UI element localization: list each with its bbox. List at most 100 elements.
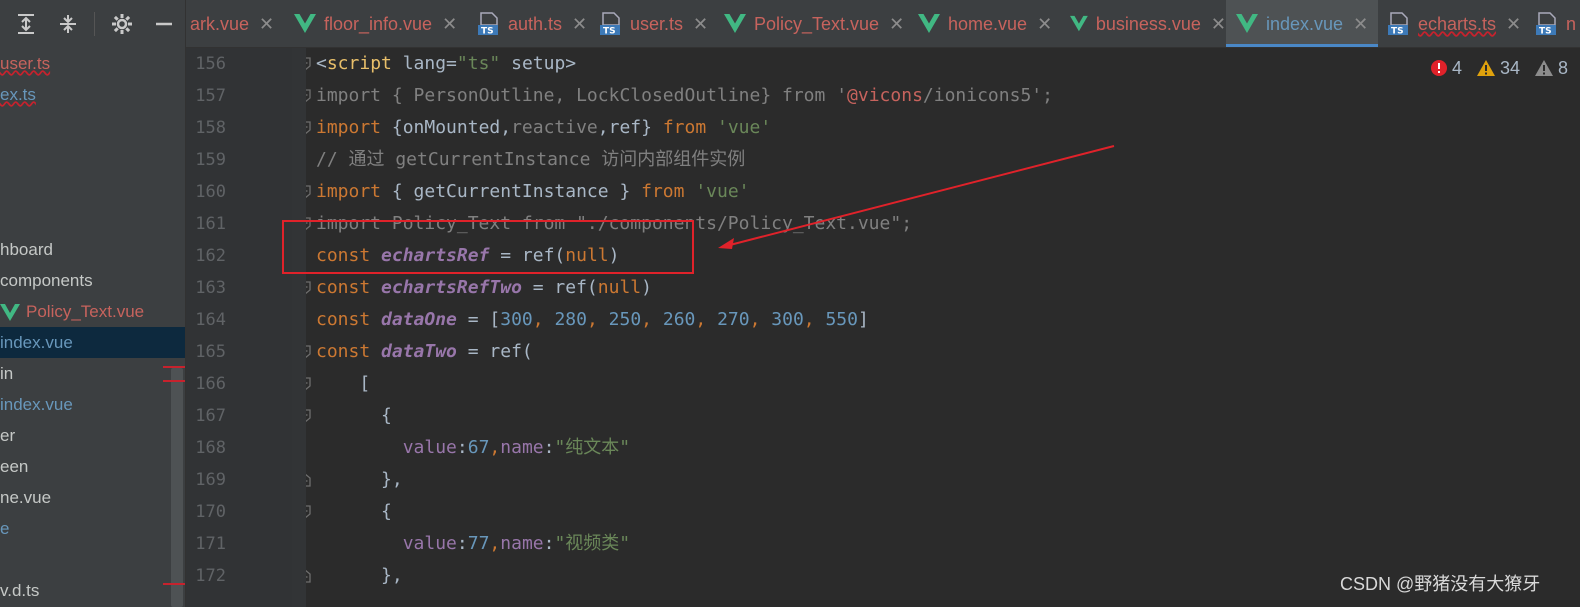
tree-item-label: components: [0, 271, 93, 290]
error-stripe: [163, 366, 185, 368]
close-tab-icon[interactable]: ✕: [1211, 14, 1226, 35]
close-tab-icon[interactable]: ✕: [1353, 14, 1368, 35]
comma: ,: [489, 533, 501, 554]
editor-tab[interactable]: Policy_Text.vue ✕: [714, 0, 908, 47]
tree-item[interactable]: index.vue: [0, 389, 185, 420]
tree-item[interactable]: index.vue: [0, 327, 185, 358]
number-literal: 77: [467, 533, 490, 554]
tree-item[interactable]: er: [0, 420, 185, 451]
tree-item[interactable]: [0, 544, 185, 575]
tree-item[interactable]: ne.vue: [0, 482, 185, 513]
gear-icon[interactable]: [110, 12, 134, 36]
tree-item-label: v.d.ts: [0, 581, 40, 600]
tree-item-label: er: [0, 426, 16, 445]
vue-icon: [294, 14, 316, 33]
variable-dataTwo: dataTwo: [370, 341, 457, 362]
tab-label: auth.ts: [508, 13, 563, 34]
close-tab-icon[interactable]: ✕: [1506, 14, 1521, 35]
tree-item[interactable]: in: [0, 358, 185, 389]
import-specifiers: {onMounted,: [381, 117, 512, 138]
editor-tab[interactable]: TS auth.ts ✕: [468, 0, 590, 47]
tree-item[interactable]: ex.ts: [0, 79, 185, 110]
bracket-close: ]: [857, 309, 869, 330]
code-line-165: const dataTwo = ref(: [316, 336, 533, 368]
editor-tab[interactable]: floor_info.vue ✕: [284, 0, 468, 47]
collapse-all-icon[interactable]: [56, 12, 80, 36]
weak-warning-icon: [1535, 60, 1554, 76]
tree-item-label: ex.ts: [0, 85, 36, 104]
unused-import: reactive: [511, 117, 598, 138]
tab-label: echarts.ts: [1418, 13, 1497, 34]
tab-label: n: [1566, 13, 1577, 34]
svg-text:TS: TS: [603, 27, 616, 37]
string-rest: /ionicons5';: [922, 85, 1053, 106]
project-toolbar: [0, 0, 185, 48]
tab-label: user.ts: [630, 13, 684, 34]
tree-item[interactable]: user.ts: [0, 48, 185, 79]
line-number: 163: [195, 278, 226, 298]
editor-tab[interactable]: index.vue ✕: [1226, 0, 1378, 47]
vue-icon: [0, 303, 20, 321]
tree-item[interactable]: v.d.ts: [0, 575, 185, 606]
ts-file-icon: TS: [1536, 12, 1556, 36]
editor-tab[interactable]: TS echarts.ts ✕: [1378, 0, 1526, 47]
close-tab-icon[interactable]: ✕: [1037, 14, 1052, 35]
editor-tab[interactable]: TS user.ts ✕: [590, 0, 714, 47]
error-icon: [1431, 60, 1447, 76]
warning-icon: [1477, 60, 1496, 76]
line-number: 162: [195, 246, 226, 266]
keyword-const: const: [316, 277, 371, 298]
tree-item[interactable]: een: [0, 451, 185, 482]
tree-scrollbar[interactable]: [171, 368, 183, 607]
property-name: name: [500, 437, 544, 458]
line-comment: // 通过 getCurrentInstance 访问内部组件实例: [316, 149, 746, 170]
editor-tab[interactable]: ark.vue ✕: [188, 0, 284, 47]
variable-echartsRefTwo: echartsRefTwo: [370, 277, 522, 298]
close-tab-icon[interactable]: ✕: [889, 14, 904, 35]
import-specifiers: { PersonOutline, LockClosedOutline}: [381, 85, 782, 106]
tree-item[interactable]: e: [0, 513, 185, 544]
keyword-from: from: [662, 117, 707, 138]
warning-count[interactable]: 34: [1476, 58, 1520, 79]
tab-label: ark.vue: [190, 13, 250, 34]
vue-icon: [918, 14, 940, 33]
code-line-168: value:67,name:"纯文本": [316, 432, 630, 464]
tab-label: index.vue: [1266, 13, 1344, 34]
project-panel: user.ts ex.ts hboard components Policy_Text.…: [0, 0, 186, 607]
code-editor[interactable]: <script lang="ts" setup> import { Person…: [306, 48, 1580, 607]
code-line-163: const echartsRefTwo = ref(null): [316, 272, 652, 304]
inspection-widget[interactable]: 4 34 8: [1430, 56, 1580, 80]
close-tab-icon[interactable]: ✕: [572, 14, 587, 35]
expand-all-icon[interactable]: [14, 12, 38, 36]
svg-text:TS: TS: [481, 27, 494, 37]
tree-item[interactable]: Policy_Text.vue: [0, 296, 185, 327]
code-line-160: import { getCurrentInstance } from 'vue': [316, 176, 750, 208]
line-number: 156: [195, 54, 226, 74]
property-value: value: [402, 533, 457, 554]
number-literal: 67: [467, 437, 490, 458]
editor-tab[interactable]: TS n: [1526, 0, 1580, 47]
editor-tab[interactable]: business.vue ✕: [1060, 0, 1226, 47]
error-count[interactable]: 4: [1430, 58, 1462, 79]
line-number: 170: [195, 502, 226, 522]
minimize-icon[interactable]: [152, 12, 176, 36]
tree-item[interactable]: [0, 141, 185, 172]
tree-item[interactable]: [0, 172, 185, 203]
tree-item[interactable]: hboard: [0, 234, 185, 265]
line-number: 171: [195, 534, 226, 554]
close-tab-icon[interactable]: ✕: [442, 14, 457, 35]
colon: :: [543, 437, 555, 458]
string-literal: "纯文本": [554, 437, 631, 458]
property-value: value: [402, 437, 457, 458]
keyword-import: import: [316, 117, 382, 138]
tree-item-label: in: [0, 364, 14, 383]
tree-item[interactable]: components: [0, 265, 185, 296]
line-number: 172: [195, 566, 226, 586]
close-tab-icon[interactable]: ✕: [693, 14, 708, 35]
close-tab-icon[interactable]: ✕: [259, 14, 274, 35]
attr-setup: setup: [500, 53, 566, 74]
editor-tab[interactable]: home.vue ✕: [908, 0, 1060, 47]
code-line-169: },: [316, 464, 403, 496]
tree-item[interactable]: [0, 110, 185, 141]
weak-warning-count[interactable]: 8: [1534, 58, 1568, 79]
